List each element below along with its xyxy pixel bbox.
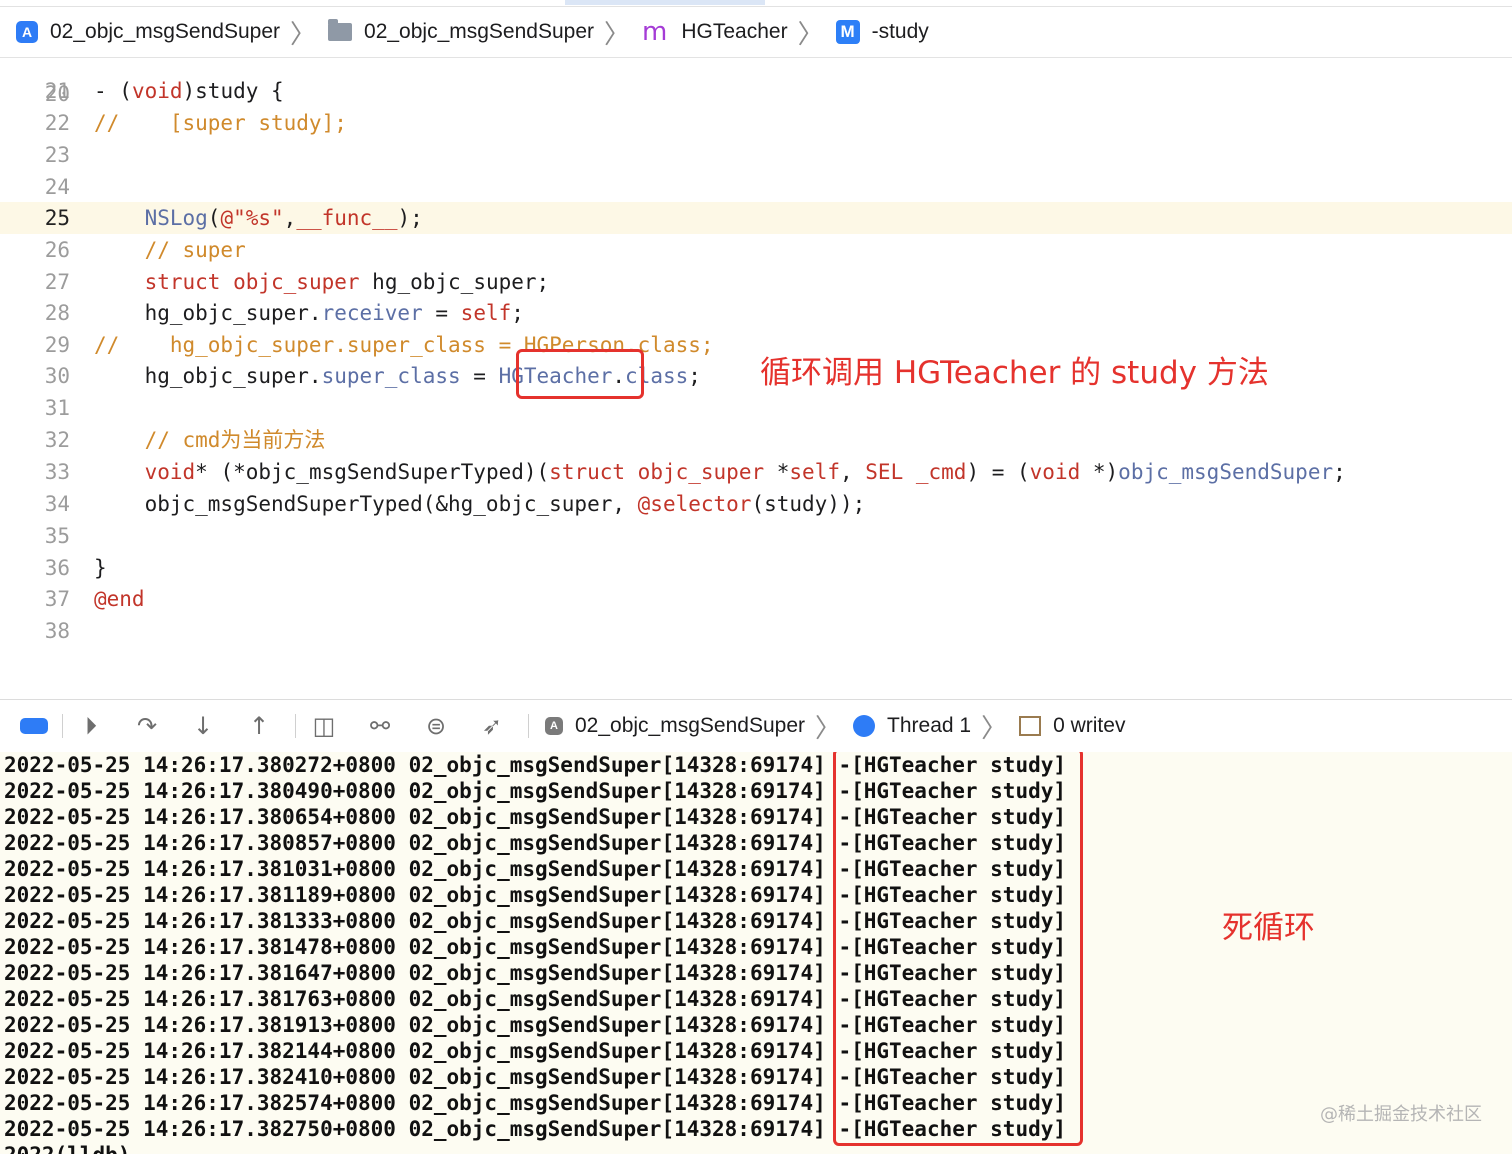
memory-graph-icon[interactable]: ⚯ bbox=[360, 712, 400, 740]
step-into-icon[interactable]: ↓ bbox=[183, 712, 223, 740]
debug-thread[interactable]: Thread 1 bbox=[853, 714, 971, 738]
console-annotation: 死循环 bbox=[1222, 910, 1315, 946]
code-line[interactable]: 37 @end bbox=[0, 583, 1512, 615]
code-text: struct objc_super hg_objc_super; bbox=[144, 270, 550, 294]
code-line[interactable]: 21 - (void)study { bbox=[0, 75, 1512, 107]
xcode-app-icon: A bbox=[16, 21, 38, 43]
step-out-icon[interactable]: ↑ bbox=[239, 712, 279, 740]
code-text: } bbox=[94, 556, 107, 580]
code-text: void* (*objc_msgSendSuperTyped)(struct o… bbox=[144, 460, 1346, 484]
code-line[interactable]: 30 hg_objc_super.super_class = HGTeacher… bbox=[0, 360, 1512, 392]
code-line[interactable]: 33 void* (*objc_msgSendSuperTyped)(struc… bbox=[0, 456, 1512, 488]
window-top-strip bbox=[0, 0, 1512, 7]
frame-icon bbox=[1019, 716, 1042, 736]
debug-target-label: 02_objc_msgSendSuper bbox=[575, 714, 805, 737]
debug-thread-label: Thread 1 bbox=[887, 714, 972, 737]
line-number: 38 bbox=[44, 619, 70, 643]
jumpbar-item-label: 02_objc_msgSendSuper bbox=[364, 20, 595, 43]
code-line-current[interactable]: 25 NSLog(@"%s",__func__); bbox=[0, 202, 1512, 234]
jumpbar-item-label: 02_objc_msgSendSuper bbox=[50, 20, 280, 43]
chevron-right-icon: 〉 bbox=[981, 713, 1008, 744]
code-line[interactable]: 29// hg_objc_super.super_class = HGPerso… bbox=[0, 329, 1512, 361]
code-line[interactable]: 32 // cmd为当前方法 bbox=[0, 424, 1512, 456]
code-text: // cmd为当前方法 bbox=[94, 428, 326, 452]
environment-overrides-icon[interactable]: ⊜ bbox=[416, 712, 456, 740]
code-line[interactable]: 28 hg_objc_super.receiver = self; bbox=[0, 297, 1512, 329]
editor-annotation: 循环调用 HGTeacher 的 study 方法 bbox=[760, 355, 1269, 391]
code-line[interactable]: 35 bbox=[0, 520, 1512, 552]
code-text: objc_msgSendSuperTyped(&hg_objc_super, @… bbox=[94, 492, 866, 516]
divider bbox=[528, 714, 529, 738]
code-line[interactable]: 23 bbox=[0, 139, 1512, 171]
line-number: 36 bbox=[44, 556, 70, 580]
debug-frame[interactable]: 0 writev bbox=[1019, 714, 1125, 738]
simulate-location-icon[interactable]: ➶ bbox=[472, 712, 512, 740]
line-number: 22 bbox=[44, 111, 70, 135]
line-number: 30 bbox=[44, 364, 70, 388]
code-line[interactable]: 22 // [super study]; bbox=[0, 107, 1512, 139]
code-line[interactable]: 31 bbox=[0, 392, 1512, 424]
line-number: 27 bbox=[44, 270, 70, 294]
divider bbox=[295, 714, 296, 738]
line-number: 21 bbox=[44, 79, 70, 103]
code-text: // super bbox=[94, 238, 246, 262]
chevron-right-icon: 〉 bbox=[604, 19, 631, 50]
highlight-box-hgteacher bbox=[516, 349, 644, 399]
line-number: 31 bbox=[44, 396, 70, 420]
line-number: 33 bbox=[44, 460, 70, 484]
chevron-right-icon: 〉 bbox=[815, 713, 842, 744]
highlight-box-console bbox=[833, 752, 1083, 1146]
debug-area-toggle[interactable] bbox=[20, 718, 48, 734]
line-number: 28 bbox=[44, 301, 70, 325]
watermark: @稀土掘金技术社区 bbox=[1320, 1104, 1482, 1125]
code-text: NSLog(@"%s",__func__); bbox=[144, 206, 423, 230]
line-number: 32 bbox=[44, 428, 70, 452]
jumpbar-item-label: HGTeacher bbox=[681, 20, 788, 43]
line-number: 25 bbox=[44, 206, 70, 230]
code-line[interactable]: 26 // super bbox=[0, 234, 1512, 266]
code-line[interactable]: 36} bbox=[0, 552, 1512, 584]
console-prompt-line: 2022(lldb) bbox=[4, 1142, 130, 1154]
jump-bar: A 02_objc_msgSendSuper 〉 02_objc_msgSend… bbox=[0, 7, 1512, 58]
line-number: 37 bbox=[44, 587, 70, 611]
m-file-icon: m bbox=[642, 17, 668, 47]
code-line[interactable]: 38 bbox=[0, 615, 1512, 647]
thread-icon bbox=[853, 715, 876, 737]
line-number: 23 bbox=[44, 143, 70, 167]
method-icon: M bbox=[835, 20, 860, 44]
chevron-right-icon: 〉 bbox=[797, 19, 824, 50]
code-line[interactable]: 27 struct objc_super hg_objc_super; bbox=[0, 266, 1512, 298]
jumpbar-item-folder[interactable]: 02_objc_msgSendSuper bbox=[328, 19, 595, 44]
line-number: 34 bbox=[44, 492, 70, 516]
code-editor[interactable]: 20 21- (void)study { 22// [super study];… bbox=[0, 58, 1512, 698]
app-target-icon: A bbox=[545, 717, 563, 735]
folder-icon bbox=[328, 19, 353, 41]
line-number: 26 bbox=[44, 238, 70, 262]
step-over-icon[interactable]: ↷ bbox=[127, 712, 167, 740]
view-hierarchy-icon[interactable]: ◫ bbox=[304, 712, 344, 740]
code-line[interactable]: 34 objc_msgSendSuperTyped(&hg_objc_super… bbox=[0, 488, 1512, 520]
jumpbar-item-project[interactable]: A 02_objc_msgSendSuper bbox=[0, 20, 280, 44]
active-tab-indicator[interactable] bbox=[565, 0, 765, 5]
code-text: // [super study]; bbox=[94, 111, 347, 135]
code-text: hg_objc_super.receiver = self; bbox=[94, 301, 524, 325]
code-line[interactable]: 24 bbox=[0, 171, 1512, 203]
divider bbox=[62, 714, 63, 738]
code-text: @end bbox=[94, 587, 145, 611]
line-number: 29 bbox=[44, 333, 70, 357]
debug-target[interactable]: A 02_objc_msgSendSuper bbox=[537, 714, 805, 738]
continue-icon[interactable]: ⏵ bbox=[71, 712, 111, 740]
code-text: - (void)study { bbox=[94, 79, 284, 103]
line-number: 35 bbox=[44, 524, 70, 548]
jumpbar-item-file[interactable]: m HGTeacher bbox=[642, 17, 788, 47]
debug-frame-label: 0 writev bbox=[1053, 714, 1126, 737]
debug-bar: ⏵ ↷ ↓ ↑ ◫ ⚯ ⊜ ➶ A 02_objc_msgSendSuper 〉… bbox=[0, 699, 1512, 753]
jumpbar-item-method[interactable]: M -study bbox=[835, 20, 929, 44]
line-number: 24 bbox=[44, 175, 70, 199]
chevron-right-icon: 〉 bbox=[290, 19, 317, 50]
jumpbar-item-label: -study bbox=[871, 20, 929, 43]
console-output[interactable]: 2022-05-25 14:26:17.380272+0800 02_objc_… bbox=[0, 752, 1512, 1154]
